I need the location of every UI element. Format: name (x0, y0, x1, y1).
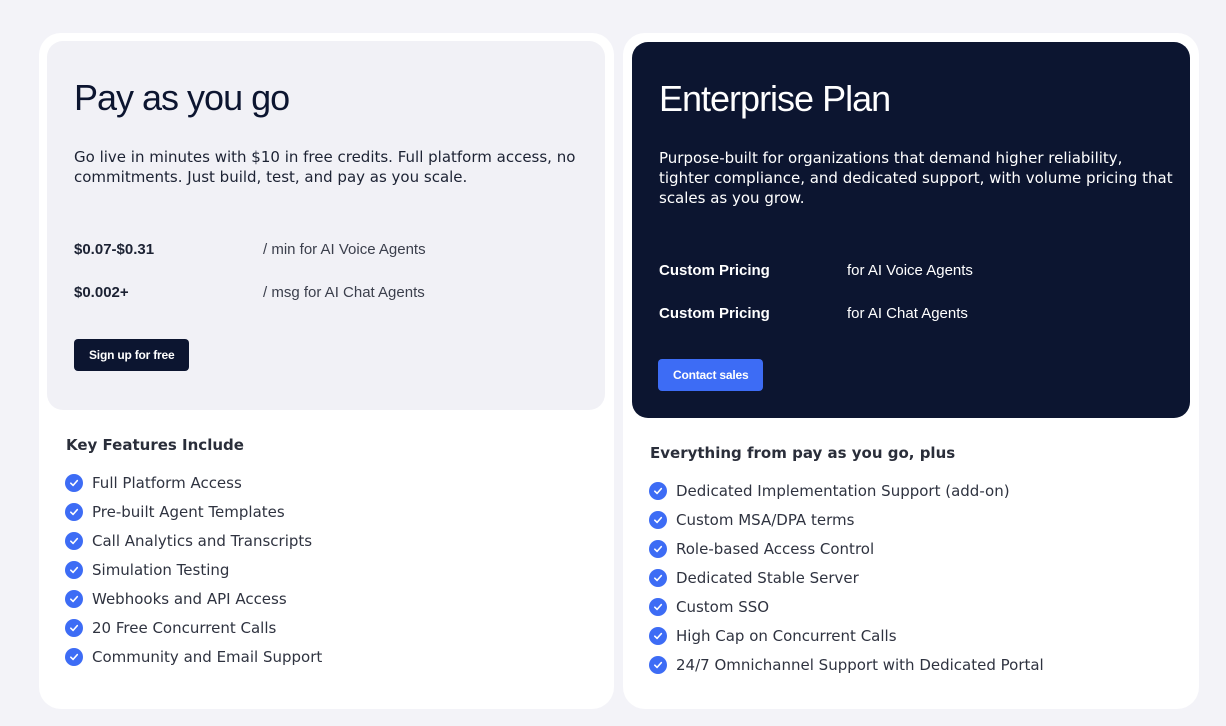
check-circle-icon (65, 589, 83, 608)
feature-item: Custom MSA/DPA terms (649, 505, 1044, 534)
check-circle-icon (65, 647, 83, 666)
feature-label: Dedicated Implementation Support (add-on… (676, 481, 1010, 500)
price-row-voice: Custom Pricing for AI Voice Agents (659, 262, 973, 279)
price-unit: / msg for AI Chat Agents (263, 284, 425, 301)
feature-label: Role-based Access Control (676, 539, 875, 558)
check-circle-icon (65, 560, 83, 579)
features-heading: Everything from pay as you go, plus (650, 444, 956, 462)
pay-as-you-go-panel: Pay as you go Go live in minutes with $1… (47, 41, 605, 410)
price-row-voice: $0.07-$0.31 / min for AI Voice Agents (74, 241, 426, 258)
feature-label: Pre-built Agent Templates (92, 502, 285, 521)
price-row-chat: $0.002+ / msg for AI Chat Agents (74, 284, 425, 301)
enterprise-panel: Enterprise Plan Purpose-built for organi… (632, 42, 1190, 418)
feature-item: Simulation Testing (65, 555, 322, 584)
check-circle-icon (65, 502, 83, 521)
price-amount: Custom Pricing (659, 305, 770, 322)
feature-item: Dedicated Implementation Support (add-on… (649, 476, 1044, 505)
pay-as-you-go-card: Pay as you go Go live in minutes with $1… (39, 33, 614, 709)
price-unit: for AI Voice Agents (847, 262, 973, 279)
contact-sales-button[interactable]: Contact sales (658, 359, 764, 391)
feature-label: 24/7 Omnichannel Support with Dedicated … (676, 655, 1044, 674)
feature-list: Dedicated Implementation Support (add-on… (649, 476, 1044, 679)
feature-label: Dedicated Stable Server (676, 568, 859, 587)
plan-title: Enterprise Plan (659, 78, 891, 119)
feature-label: Webhooks and API Access (92, 589, 287, 608)
feature-item: Full Platform Access (65, 468, 322, 497)
price-unit: for AI Chat Agents (847, 305, 968, 322)
plan-description: Purpose-built for organizations that dem… (659, 149, 1173, 207)
check-circle-icon (65, 531, 83, 550)
feature-item: Role-based Access Control (649, 534, 1044, 563)
feature-item: Community and Email Support (65, 642, 322, 671)
check-circle-icon (649, 510, 667, 529)
check-circle-icon (65, 618, 83, 637)
price-amount: $0.07-$0.31 (74, 241, 155, 258)
price-unit: / min for AI Voice Agents (263, 241, 426, 258)
feature-label: Simulation Testing (92, 560, 230, 579)
feature-label: Custom SSO (676, 597, 770, 616)
check-circle-icon (649, 655, 667, 674)
sign-up-button[interactable]: Sign up for free (74, 339, 190, 371)
feature-item: Call Analytics and Transcripts (65, 526, 322, 555)
check-circle-icon (65, 473, 83, 492)
feature-list: Full Platform Access Pre-built Agent Temp… (65, 468, 322, 671)
check-circle-icon (649, 481, 667, 500)
feature-label: 20 Free Concurrent Calls (92, 618, 277, 637)
feature-item: 24/7 Omnichannel Support with Dedicated … (649, 650, 1044, 679)
plan-description: Go live in minutes with $10 in free cred… (74, 148, 576, 186)
feature-label: Full Platform Access (92, 473, 242, 492)
features-heading: Key Features Include (66, 436, 244, 454)
feature-item: Custom SSO (649, 592, 1044, 621)
check-circle-icon (649, 597, 667, 616)
check-circle-icon (649, 626, 667, 645)
price-amount: Custom Pricing (659, 262, 770, 279)
feature-item: 20 Free Concurrent Calls (65, 613, 322, 642)
feature-label: High Cap on Concurrent Calls (676, 626, 897, 645)
price-row-chat: Custom Pricing for AI Chat Agents (659, 305, 968, 322)
plan-title: Pay as you go (74, 77, 290, 118)
feature-item: High Cap on Concurrent Calls (649, 621, 1044, 650)
check-circle-icon (649, 539, 667, 558)
check-circle-icon (649, 568, 667, 587)
price-amount: $0.002+ (74, 284, 129, 301)
feature-label: Community and Email Support (92, 647, 323, 666)
feature-item: Dedicated Stable Server (649, 563, 1044, 592)
feature-label: Call Analytics and Transcripts (92, 531, 313, 550)
feature-label: Custom MSA/DPA terms (676, 510, 855, 529)
feature-item: Pre-built Agent Templates (65, 497, 322, 526)
enterprise-card: Enterprise Plan Purpose-built for organi… (623, 33, 1199, 709)
feature-item: Webhooks and API Access (65, 584, 322, 613)
